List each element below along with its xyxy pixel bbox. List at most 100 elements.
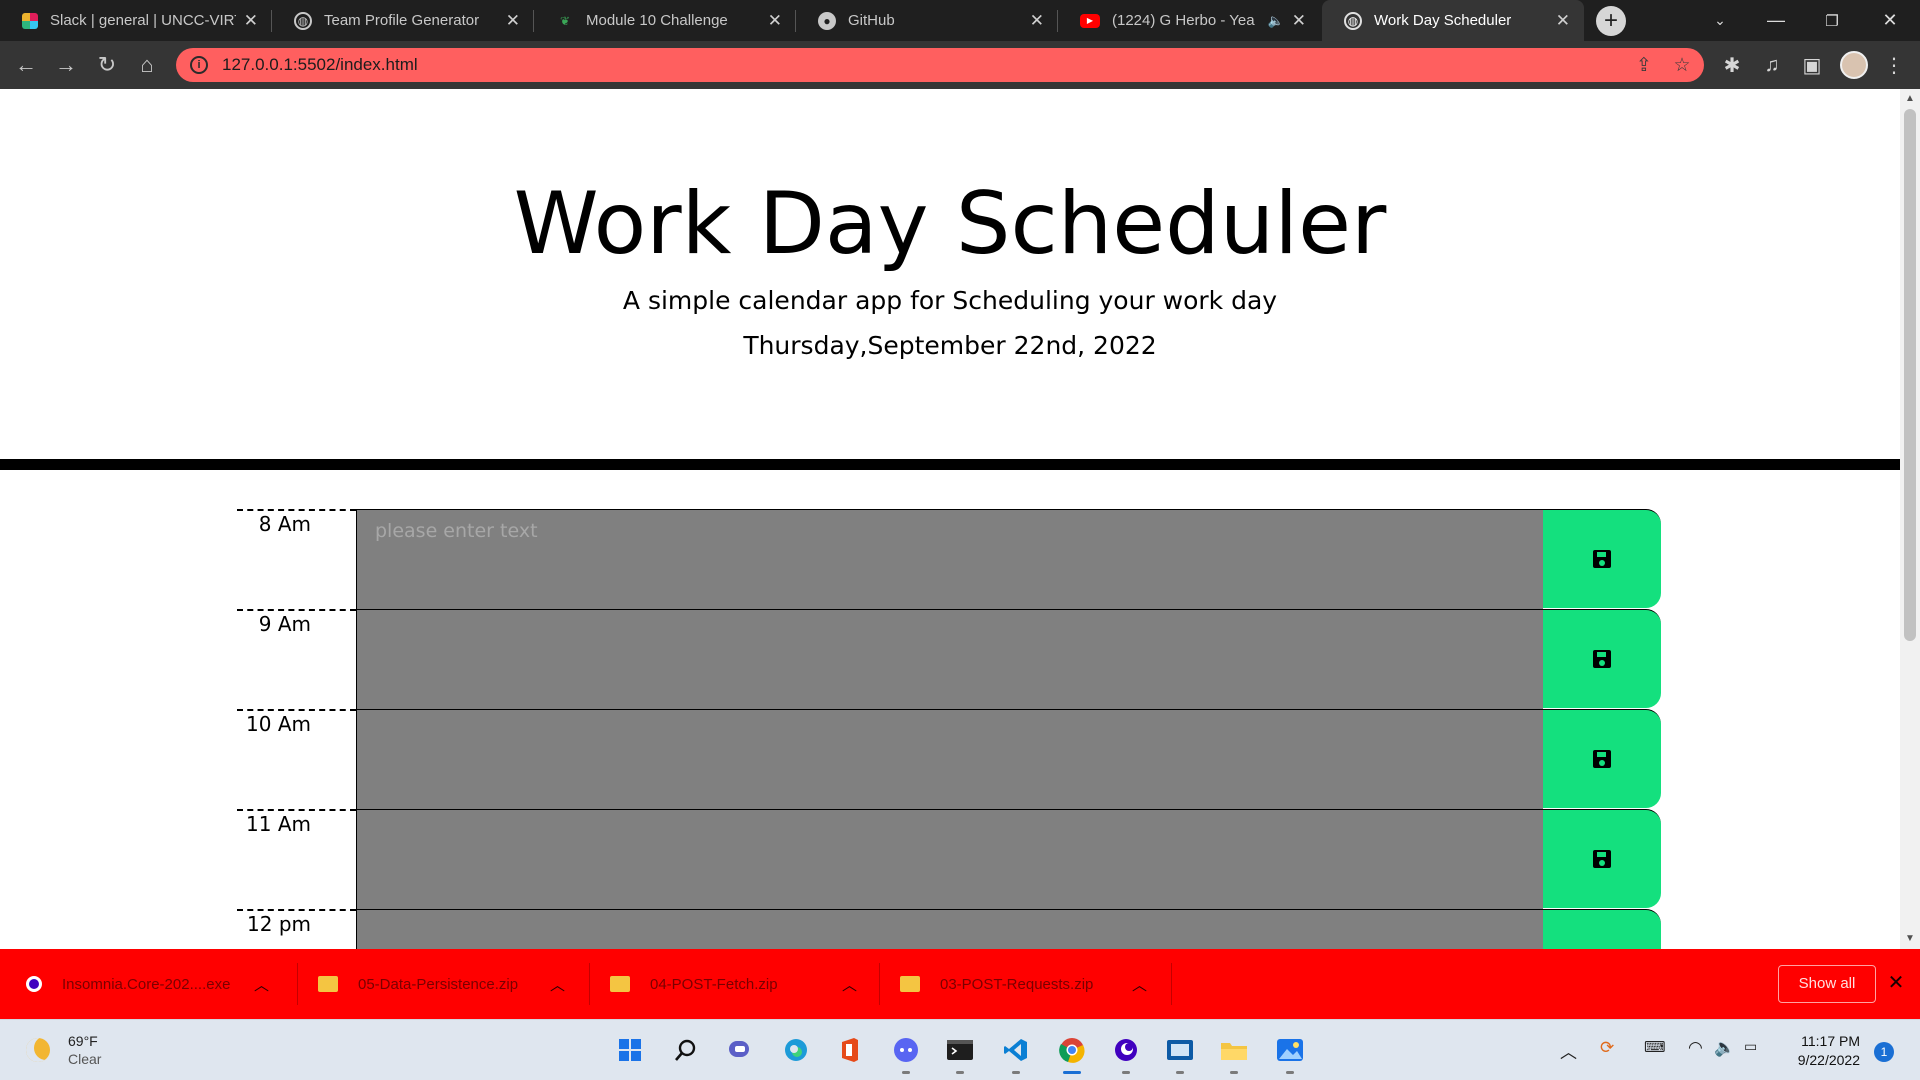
save-floppy-icon xyxy=(1593,850,1611,868)
download-separator xyxy=(589,963,590,1005)
restore-icon[interactable]: ❐ xyxy=(1804,0,1860,41)
download-item[interactable]: 03-POST-Requests.zip ︿ xyxy=(900,949,1172,1019)
running-indicator xyxy=(1012,1071,1020,1074)
tab-slack[interactable]: Slack | general | UNCC-VIRT ✕ xyxy=(0,0,272,41)
bookmark-star-icon[interactable]: ☆ xyxy=(1670,54,1694,76)
hour-label: 11 Am xyxy=(237,809,356,909)
keyboard-icon[interactable]: ⌨ xyxy=(1644,1038,1666,1056)
download-item[interactable]: 04-POST-Fetch.zip ︿ xyxy=(610,949,880,1019)
volume-icon[interactable]: 🔈 xyxy=(1714,1038,1735,1058)
running-indicator xyxy=(956,1071,964,1074)
tab-work-day-scheduler[interactable]: ◍ Work Day Scheduler ✕ xyxy=(1322,0,1584,41)
close-icon[interactable]: ✕ xyxy=(1556,11,1570,31)
description-input[interactable] xyxy=(357,510,1543,609)
insomnia-app-icon[interactable] xyxy=(1108,1032,1144,1074)
save-button[interactable] xyxy=(1543,509,1661,608)
back-icon[interactable]: ← xyxy=(10,49,42,81)
site-info-icon[interactable]: i xyxy=(190,56,208,74)
browser-toolbar: ← → ↻ ⌂ i 127.0.0.1:5502/index.html ⇪ ☆ … xyxy=(0,41,1920,89)
description-block xyxy=(356,709,1543,809)
close-window-icon[interactable]: ✕ xyxy=(1862,0,1918,41)
extensions-icon[interactable]: ✱ xyxy=(1718,51,1746,79)
scroll-up-arrow-icon[interactable]: ▲ xyxy=(1900,91,1920,107)
page-lead: A simple calendar app for Scheduling you… xyxy=(622,286,1278,315)
scrollbar-thumb[interactable] xyxy=(1904,109,1916,641)
sync-icon[interactable]: ⟳ xyxy=(1600,1038,1614,1058)
save-button[interactable] xyxy=(1543,609,1661,708)
reload-icon[interactable]: ↻ xyxy=(91,49,123,81)
youtube-icon: ▶ xyxy=(1080,13,1100,28)
tab-search-chevron-icon[interactable]: ⌄ xyxy=(1692,0,1748,41)
slack-icon xyxy=(22,12,38,29)
close-icon[interactable]: ✕ xyxy=(1030,11,1044,31)
url-text[interactable]: 127.0.0.1:5502/index.html xyxy=(222,55,418,75)
address-bar[interactable]: i 127.0.0.1:5502/index.html ⇪ ☆ xyxy=(176,48,1704,82)
download-separator xyxy=(879,963,880,1005)
chevron-up-icon[interactable]: ︿ xyxy=(1560,1038,1577,1063)
battery-icon[interactable]: ▭ xyxy=(1744,1038,1757,1055)
side-panel-icon[interactable]: ▣ xyxy=(1798,51,1826,79)
description-input[interactable] xyxy=(357,910,1543,949)
running-indicator xyxy=(1286,1071,1294,1074)
share-icon[interactable]: ⇪ xyxy=(1632,54,1656,76)
save-button[interactable] xyxy=(1543,809,1661,908)
terminal-icon[interactable] xyxy=(942,1032,978,1074)
chevron-up-icon[interactable]: ︿ xyxy=(254,974,269,995)
minimize-icon[interactable]: — xyxy=(1748,0,1804,41)
chevron-up-icon[interactable]: ︿ xyxy=(1132,974,1147,995)
download-item[interactable]: Insomnia.Core-202....exe ︿ xyxy=(26,949,298,1019)
hour-label: 10 Am xyxy=(237,709,356,809)
file-explorer-icon[interactable] xyxy=(1216,1032,1252,1074)
temperature: 69°F xyxy=(68,1033,98,1049)
close-icon[interactable]: ✕ xyxy=(506,11,520,31)
home-icon[interactable]: ⌂ xyxy=(131,49,163,81)
scroll-down-arrow-icon[interactable]: ▼ xyxy=(1900,931,1920,947)
start-windows-icon[interactable] xyxy=(612,1032,648,1068)
office-icon[interactable] xyxy=(832,1032,868,1068)
save-button[interactable] xyxy=(1543,909,1661,949)
wifi-icon[interactable]: ◠ xyxy=(1688,1038,1703,1058)
description-input[interactable] xyxy=(357,610,1543,709)
description-input[interactable] xyxy=(357,710,1543,809)
close-icon[interactable]: ✕ xyxy=(1292,11,1306,31)
close-icon[interactable]: ✕ xyxy=(244,11,258,31)
search-icon[interactable] xyxy=(668,1032,704,1068)
tab-youtube[interactable]: ▶ (1224) G Herbo - Yea I 🔈 ✕ xyxy=(1058,0,1320,41)
teams-chat-icon[interactable] xyxy=(722,1032,758,1068)
download-item[interactable]: 05-Data-Persistence.zip ︿ xyxy=(318,949,590,1019)
tab-team-profile-generator[interactable]: ◍ Team Profile Generator ✕ xyxy=(272,0,534,41)
speaker-icon[interactable]: 🔈 xyxy=(1268,13,1284,29)
discord-icon[interactable] xyxy=(888,1032,924,1074)
time-block-container: 8 Am 9 Am 10 Am 11 Am xyxy=(237,509,1661,949)
tab-github[interactable]: ● GitHub ✕ xyxy=(796,0,1058,41)
system-clock[interactable]: 11:17 PM 9/22/2022 xyxy=(1790,1032,1860,1070)
chevron-up-icon[interactable]: ︿ xyxy=(842,974,857,995)
window-app-icon[interactable] xyxy=(1162,1032,1198,1074)
close-icon[interactable]: ✕ xyxy=(768,11,782,31)
menu-kebab-icon[interactable]: ⋮ xyxy=(1880,51,1908,79)
time-block-row: 12 pm xyxy=(237,909,1661,949)
chevron-up-icon[interactable]: ︿ xyxy=(550,974,565,995)
new-tab-button[interactable]: + xyxy=(1596,6,1626,36)
globe-icon: ◍ xyxy=(1344,11,1362,30)
edge-browser-icon[interactable] xyxy=(778,1032,814,1068)
photos-icon[interactable] xyxy=(1272,1032,1308,1074)
clock-time: 11:17 PM xyxy=(1801,1033,1860,1049)
profile-avatar[interactable] xyxy=(1840,51,1868,79)
windows-taskbar: 69°F Clear ︿ ⟳ ⌨ ◠ 🔈 ▭ 11:17 PM 9/22/202… xyxy=(0,1019,1920,1080)
header-divider xyxy=(0,459,1900,470)
weather-widget[interactable]: 69°F Clear xyxy=(26,1032,101,1068)
hour-label: 12 pm xyxy=(237,909,356,949)
description-input[interactable] xyxy=(357,810,1543,909)
time-block-row: 10 Am xyxy=(237,709,1661,809)
notification-badge[interactable]: 1 xyxy=(1874,1042,1894,1062)
tab-module-10-challenge[interactable]: ❦ Module 10 Challenge ✕ xyxy=(534,0,796,41)
forward-icon[interactable]: → xyxy=(50,49,82,81)
media-control-icon[interactable]: ♫ xyxy=(1758,51,1786,79)
page-scrollbar[interactable]: ▲ ▼ xyxy=(1900,89,1920,949)
show-all-button[interactable]: Show all xyxy=(1778,965,1876,1003)
close-icon[interactable]: ✕ xyxy=(1884,971,1908,995)
chrome-icon[interactable] xyxy=(1054,1032,1090,1074)
save-button[interactable] xyxy=(1543,709,1661,808)
vscode-icon[interactable] xyxy=(998,1032,1034,1074)
